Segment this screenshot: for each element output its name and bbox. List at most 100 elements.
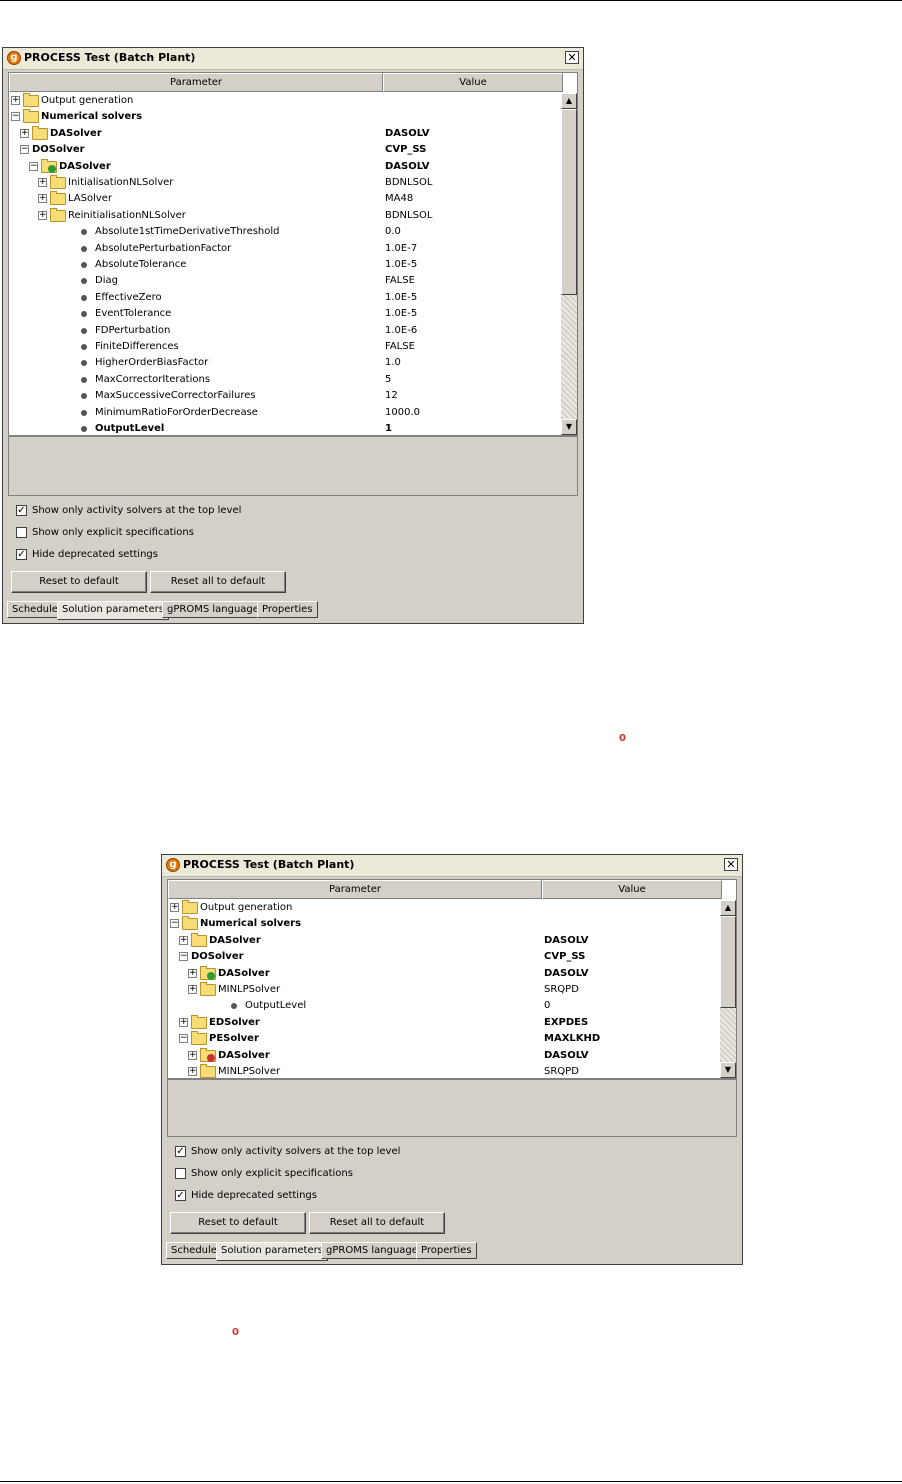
vertical-scrollbar[interactable]: ▲ ▼ [720,900,736,1078]
checkbox-hide-deprecated[interactable]: ✓ Hide deprecated settings [16,549,158,560]
tree-row[interactable]: + MINLPSolver SRQPD [168,1064,728,1078]
tree-row[interactable]: − Numerical solvers [168,916,728,932]
parameter-value[interactable]: 0 [544,1000,550,1011]
reset-all-to-default-button[interactable]: Reset all to default [309,1212,445,1234]
expand-plus-icon[interactable]: + [20,128,29,138]
parameter-value[interactable]: DASOLV [385,161,429,172]
tree-row[interactable]: AbsolutePerturbationFactor 1.0E-7 [9,241,569,257]
parameter-value[interactable]: SRQPD [544,984,579,995]
parameter-value[interactable]: EXPDES [544,1017,588,1028]
checkbox-explicit-specifications[interactable]: Show only explicit specifications [175,1168,353,1179]
tree-row[interactable]: − DOSolver CVP_SS [168,949,728,965]
close-button[interactable]: ✕ [724,858,738,871]
parameter-value[interactable]: DASOLV [544,1050,588,1061]
tree-row[interactable]: − PESolver MAXLKHD [168,1031,728,1047]
parameter-value[interactable]: 1.0E-5 [385,292,417,303]
close-button[interactable]: ✕ [565,51,579,64]
tree-row[interactable]: EffectiveZero 1.0E-5 [9,290,569,306]
expand-plus-icon[interactable]: + [38,178,47,187]
parameter-value[interactable]: SRQPD [544,1066,579,1077]
collapse-minus-icon[interactable]: − [170,919,179,929]
expand-plus-icon[interactable]: + [179,1017,188,1027]
scroll-thumb[interactable] [561,109,577,295]
vertical-scrollbar[interactable]: ▲ ▼ [561,93,577,435]
collapse-minus-icon[interactable]: − [29,161,38,171]
title-bar[interactable]: g PROCESS Test (Batch Plant) ✕ [3,48,583,70]
checkbox-top-level-solvers[interactable]: ✓ Show only activity solvers at the top l… [16,505,241,516]
tree-row[interactable]: MinimumRatioForOrderDecrease 1000.0 [9,405,569,421]
tree-row[interactable]: EventTolerance 1.0E-5 [9,306,569,322]
parameter-value[interactable]: 1.0E-6 [385,325,417,336]
parameter-value[interactable]: FALSE [385,341,415,352]
column-header-value[interactable]: Value [542,880,722,899]
tree-row[interactable]: − DOSolver CVP_SS [9,142,569,158]
parameter-value[interactable]: 12 [385,390,398,401]
parameter-value[interactable]: MA48 [385,193,413,204]
tree-row[interactable]: − Numerical solvers [9,109,569,125]
tree-row[interactable]: + InitialisationNLSolver BDNLSOL [9,175,569,191]
expand-plus-icon[interactable]: + [38,210,47,220]
tab-gproms-language[interactable]: gPROMS language [162,601,264,618]
reset-to-default-button[interactable]: Reset to default [170,1212,306,1234]
checkbox-box[interactable]: ✓ [16,505,27,516]
tree-row[interactable]: + ReinitialisationNLSolver BDNLSOL [9,207,569,224]
tree-row[interactable]: HigherOrderBiasFactor 1.0 [9,355,569,371]
collapse-minus-icon[interactable]: − [179,1034,188,1044]
expand-plus-icon[interactable]: + [188,1050,197,1060]
tab-solution-parameters[interactable]: Solution parameters [57,601,169,620]
tree-row[interactable]: + Output generation [9,93,569,109]
column-header-value[interactable]: Value [383,73,563,92]
parameter-value[interactable]: 5 [385,374,391,385]
parameter-value[interactable]: 1000.0 [385,407,420,418]
parameter-value[interactable]: CVP_SS [544,951,585,962]
checkbox-top-level-solvers[interactable]: ✓ Show only activity solvers at the top l… [175,1146,400,1157]
checkbox-box[interactable]: ✓ [175,1190,186,1201]
tree-row[interactable]: + DASolver DASOLV [9,125,569,142]
parameter-value[interactable]: FALSE [385,275,415,286]
checkbox-box[interactable] [175,1168,186,1179]
reset-to-default-button[interactable]: Reset to default [11,571,147,593]
expand-plus-icon[interactable]: + [179,935,188,945]
tab-schedule[interactable]: Schedule [7,601,63,618]
parameter-value[interactable]: 1.0E-5 [385,308,417,319]
expand-plus-icon[interactable]: + [170,903,179,912]
parameter-value[interactable]: BDNLSOL [385,210,432,221]
expand-plus-icon[interactable]: + [11,96,20,105]
tree-row[interactable]: + LASolver MA48 [9,191,569,207]
tree-row[interactable]: + Output generation [168,900,728,916]
parameter-value[interactable]: DASOLV [544,968,588,979]
reset-all-to-default-button[interactable]: Reset all to default [150,571,286,593]
parameter-value[interactable]: CVP_SS [385,144,426,155]
tab-properties[interactable]: Properties [416,1242,477,1259]
tree-row[interactable]: + MINLPSolver SRQPD [168,982,728,998]
tree-row[interactable]: MaxSuccessiveCorrectorFailures 12 [9,388,569,404]
parameter-value[interactable]: 1.0E-7 [385,243,417,254]
expand-plus-icon[interactable]: + [188,985,197,994]
tab-solution-parameters[interactable]: Solution parameters [216,1242,328,1261]
title-bar[interactable]: g PROCESS Test (Batch Plant) ✕ [162,855,742,877]
checkbox-hide-deprecated[interactable]: ✓ Hide deprecated settings [175,1190,317,1201]
parameter-value[interactable]: 1 [385,423,392,434]
scroll-down-arrow-icon[interactable]: ▼ [720,1062,736,1078]
expand-plus-icon[interactable]: + [188,1067,197,1076]
scroll-down-arrow-icon[interactable]: ▼ [561,419,577,435]
checkbox-explicit-specifications[interactable]: Show only explicit specifications [16,527,194,538]
checkbox-box[interactable]: ✓ [16,549,27,560]
checkbox-box[interactable] [16,527,27,538]
scroll-thumb[interactable] [720,916,736,1008]
tab-gproms-language[interactable]: gPROMS language [321,1242,423,1259]
tree-row[interactable]: OutputLevel 0 [168,998,728,1014]
tree-row[interactable]: FDPerturbation 1.0E-6 [9,323,569,339]
tree-row[interactable]: − DASolver DASOLV [9,158,569,175]
parameter-value[interactable]: MAXLKHD [544,1033,600,1044]
tree-row[interactable]: Absolute1stTimeDerivativeThreshold 0.0 [9,224,569,240]
tree-row[interactable]: OutputLevel 1 [9,421,569,435]
collapse-minus-icon[interactable]: − [20,145,29,155]
tree-row[interactable]: + DASolver DASOLV [168,1047,728,1064]
tree-row[interactable]: FiniteDifferences FALSE [9,339,569,355]
expand-plus-icon[interactable]: + [188,968,197,978]
expand-plus-icon[interactable]: + [38,194,47,204]
column-header-parameter[interactable]: Parameter [168,880,542,899]
checkbox-box[interactable]: ✓ [175,1146,186,1157]
tree-row[interactable]: MaxCorrectorIterations 5 [9,372,569,388]
